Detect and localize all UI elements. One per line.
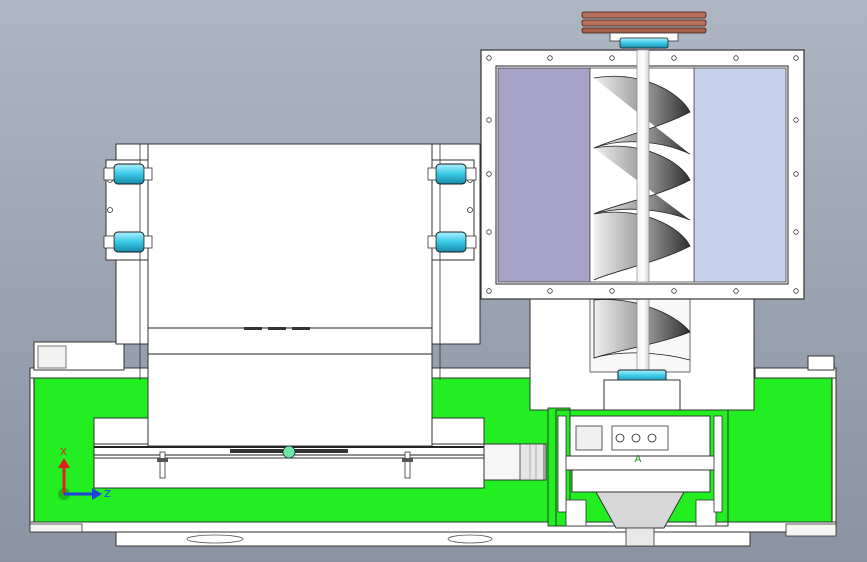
hopper (480, 49, 805, 300)
machine-drawing: A X Z (29, 11, 837, 547)
bearing-icon (435, 163, 467, 185)
bearing-icon (435, 231, 467, 253)
bearing-icon (113, 163, 145, 185)
axis-x-label: X (60, 447, 67, 458)
screw-shaft (636, 49, 650, 283)
top-bearing-icon (619, 37, 669, 49)
section-marker-label: A (635, 454, 642, 465)
screw-lower-housing (529, 295, 755, 411)
mixing-tank (105, 143, 481, 447)
gearbox-assembly: A (547, 407, 729, 547)
axis-z-label: Z (104, 489, 111, 500)
cad-viewport[interactable]: A X Z (0, 0, 867, 562)
bearing-icon (113, 231, 145, 253)
drive-pulley (581, 11, 707, 49)
slide-pin-icon (282, 445, 296, 459)
